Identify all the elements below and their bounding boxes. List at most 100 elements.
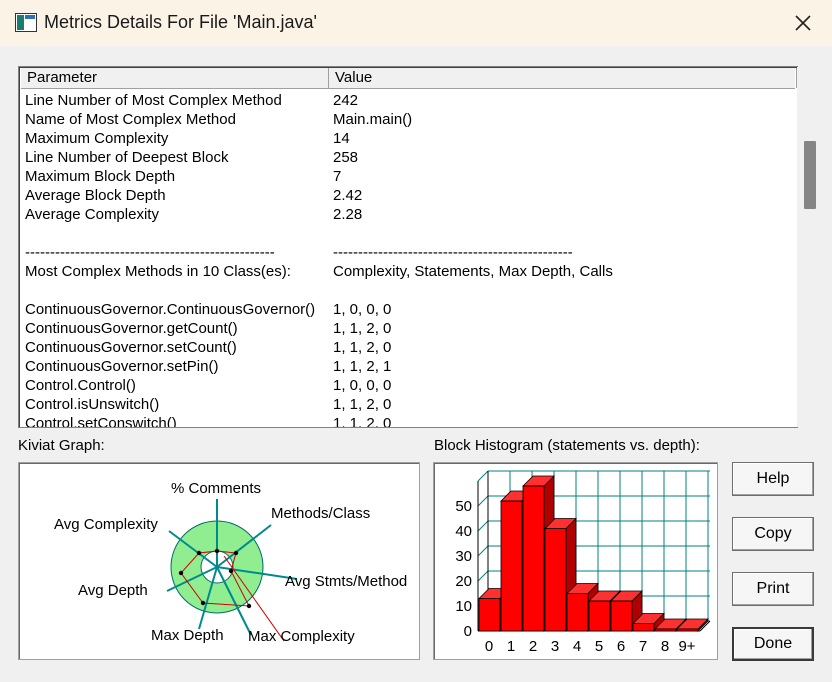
value-cell: 242: [333, 92, 359, 109]
window-title: Metrics Details For File 'Main.java': [44, 12, 317, 32]
block-histogram: 0 10 20 30 40 50 0 1 2 3 4 5 6 7 8 9+: [433, 462, 718, 660]
y-tick-label: 40: [455, 523, 472, 540]
vertical-scrollbar[interactable]: [797, 67, 825, 427]
y-tick-label: 20: [455, 573, 472, 590]
parameter-cell: Line Number of Most Complex Method: [25, 92, 282, 109]
title-bar: Metrics Details For File 'Main.java': [0, 0, 832, 46]
done-button[interactable]: Done: [732, 627, 814, 661]
block-histogram-label: Block Histogram (statements vs. depth):: [434, 437, 700, 454]
x-tick-label: 4: [573, 638, 581, 655]
close-icon: [795, 15, 811, 31]
parameter-cell: Maximum Complexity: [25, 130, 169, 147]
kiviat-graph-label: Kiviat Graph:: [18, 437, 105, 454]
y-tick-label: 0: [464, 623, 472, 640]
table-row[interactable]: [25, 281, 797, 300]
x-tick-label: 2: [529, 638, 537, 655]
table-row[interactable]: Name of Most Complex Method Main.main(): [25, 110, 797, 129]
kiviat-point: [246, 603, 252, 609]
print-button[interactable]: Print: [732, 572, 814, 606]
x-tick-label: 5: [595, 638, 603, 655]
parameter-cell: ContinuousGovernor.setCount(): [25, 339, 237, 356]
parameter-cell: Average Block Depth: [25, 187, 166, 204]
x-tick-label: 1: [507, 638, 515, 655]
parameter-cell: ContinuousGovernor.ContinuousGovernor(): [25, 301, 316, 318]
scrollbar-thumb[interactable]: [804, 141, 816, 209]
value-cell: ----------------------------------------…: [333, 244, 573, 261]
table-row[interactable]: ----------------------------------------…: [25, 243, 797, 262]
x-tick-label: 8: [661, 638, 669, 655]
value-cell: 2.42: [333, 187, 363, 204]
kiviat-graph: % Comments Methods/Class Avg Stmts/Method M…: [18, 462, 420, 660]
table-row[interactable]: [25, 224, 797, 243]
table-row[interactable]: Average Complexity 2.28: [25, 205, 797, 224]
table-row[interactable]: ContinuousGovernor.ContinuousGovernor() 1…: [25, 300, 797, 319]
parameter-cell: Average Complexity: [25, 206, 159, 223]
kiviat-axis-label: Methods/Class: [271, 505, 370, 522]
table-row[interactable]: ContinuousGovernor.setPin() 1, 1, 2, 1: [25, 357, 797, 376]
parameter-cell: Control.isUnswitch(): [25, 396, 160, 413]
value-cell: 1, 0, 0, 0: [333, 301, 392, 318]
table-row[interactable]: Control.Control() 1, 0, 0, 0: [25, 376, 797, 395]
x-tick-label: 0: [485, 638, 493, 655]
parameter-cell: ----------------------------------------…: [25, 244, 275, 261]
parameter-cell: Name of Most Complex Method: [25, 111, 236, 128]
kiviat-point: [200, 600, 206, 606]
x-tick-label: 3: [551, 638, 559, 655]
kiviat-point: [214, 548, 220, 554]
x-tick-label: 7: [639, 638, 647, 655]
table-row[interactable]: Control.setConswitch() 1, 1, 2, 0: [25, 414, 797, 428]
kiviat-axis-label: Avg Complexity: [54, 516, 158, 533]
parameter-cell: Control.setConswitch(): [25, 415, 177, 428]
table-row[interactable]: ContinuousGovernor.getCount() 1, 1, 2, 0: [25, 319, 797, 338]
value-cell: 1, 1, 2, 0: [333, 339, 392, 356]
kiviat-axis-label: % Comments: [171, 480, 261, 497]
value-cell: 1, 1, 2, 0: [333, 415, 392, 428]
parameter-cell: Line Number of Deepest Block: [25, 149, 229, 166]
copy-button[interactable]: Copy: [732, 517, 814, 551]
kiviat-axis-label: Avg Stmts/Method: [285, 573, 407, 590]
kiviat-axis-label: Avg Depth: [78, 582, 148, 599]
parameter-cell: Most Complex Methods in 10 Class(es):: [25, 263, 291, 280]
value-cell: 1, 1, 2, 0: [333, 396, 392, 413]
value-cell: 1, 1, 2, 0: [333, 320, 392, 337]
kiviat-axis-label: Max Complexity: [248, 628, 355, 645]
y-tick-label: 10: [455, 598, 472, 615]
close-button[interactable]: [774, 0, 832, 46]
value-cell: 14: [333, 130, 350, 147]
table-row[interactable]: Most Complex Methods in 10 Class(es): Com…: [25, 262, 797, 281]
help-button[interactable]: Help: [732, 462, 814, 496]
metrics-list[interactable]: Parameter Value Line Number of Most Comp…: [18, 66, 798, 428]
list-header: Parameter Value: [21, 68, 797, 89]
value-cell: 7: [333, 168, 342, 185]
table-row[interactable]: Maximum Complexity 14: [25, 129, 797, 148]
value-cell: 258: [333, 149, 359, 166]
kiviat-point: [196, 550, 202, 556]
value-cell: 1, 1, 2, 1: [333, 358, 392, 375]
column-header-value[interactable]: Value: [329, 68, 797, 88]
parameter-cell: Maximum Block Depth: [25, 168, 176, 185]
table-row[interactable]: Control.isUnswitch() 1, 1, 2, 0: [25, 395, 797, 414]
column-header-parameter[interactable]: Parameter: [21, 68, 329, 88]
table-row[interactable]: ContinuousGovernor.setCount() 1, 1, 2, 0: [25, 338, 797, 357]
value-cell: 1, 0, 0, 0: [333, 377, 392, 394]
y-tick-label: 30: [455, 548, 472, 565]
kiviat-point: [233, 550, 239, 556]
list-rows: Line Number of Most Complex Method 242 Nam…: [25, 91, 797, 428]
kiviat-point: [228, 568, 234, 574]
table-row[interactable]: Maximum Block Depth 7: [25, 167, 797, 186]
parameter-cell: ContinuousGovernor.setPin(): [25, 358, 219, 375]
value-cell: Complexity, Statements, Max Depth, Calls: [333, 263, 613, 280]
x-tick-label: 6: [617, 638, 625, 655]
kiviat-point: [178, 570, 184, 576]
x-tick-label: 9+: [678, 638, 695, 655]
app-window-icon: [15, 13, 37, 32]
value-cell: Main.main(): [333, 111, 413, 128]
value-cell: 2.28: [333, 206, 363, 223]
kiviat-axis-label: Max Depth: [151, 627, 224, 644]
table-row[interactable]: Line Number of Most Complex Method 242: [25, 91, 797, 110]
y-tick-label: 50: [455, 498, 472, 515]
parameter-cell: ContinuousGovernor.getCount(): [25, 320, 238, 337]
table-row[interactable]: Line Number of Deepest Block 258: [25, 148, 797, 167]
table-row[interactable]: Average Block Depth 2.42: [25, 186, 797, 205]
parameter-cell: Control.Control(): [25, 377, 136, 394]
